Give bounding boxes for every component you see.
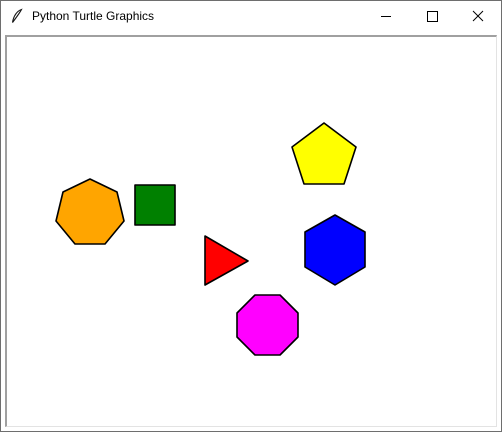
yellow-pentagon [291,122,357,185]
blue-hexagon [304,214,366,286]
red-triangle [204,235,249,286]
orange-heptagon [55,178,125,245]
green-square [134,184,176,226]
turtle-window: Python Turtle Graphics [0,0,502,432]
drawing-surface [55,122,366,356]
magenta-octagon [236,294,299,356]
